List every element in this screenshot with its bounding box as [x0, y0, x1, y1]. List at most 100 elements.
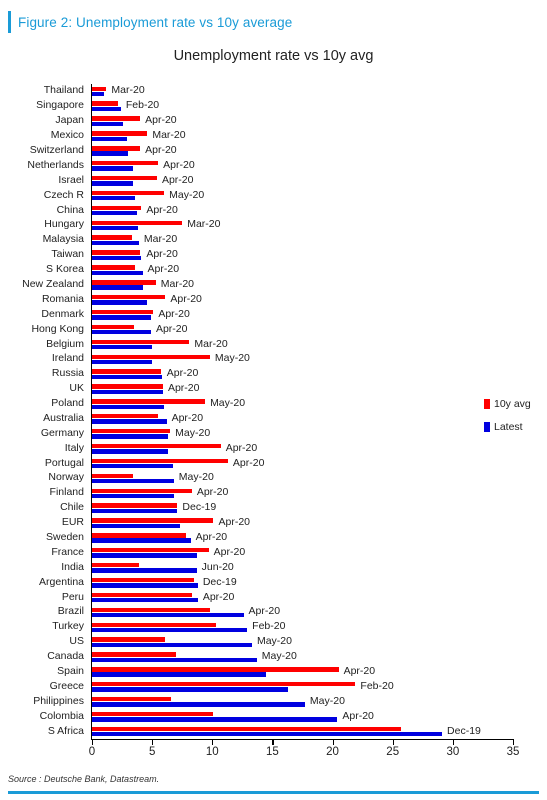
bar-latest — [92, 255, 142, 261]
bar-avg10y — [92, 503, 178, 508]
bar-date-label: May-20 — [261, 650, 297, 663]
bar-avg10y — [92, 131, 148, 136]
bar-latest — [92, 732, 443, 737]
bar-date-label: Apr-20 — [195, 531, 228, 544]
bar-avg10y — [92, 220, 183, 225]
bar-avg10y — [92, 250, 141, 255]
x-axis-tick — [152, 739, 154, 745]
bar-date-label: Mar-20 — [194, 337, 228, 350]
bar-latest — [92, 196, 136, 201]
bar-date-label: Mar-20 — [111, 84, 145, 97]
bar-latest — [92, 344, 153, 350]
bar-date-label: Apr-20 — [167, 382, 200, 395]
bar-date-label: Apr-20 — [146, 203, 178, 216]
x-axis-tick-label: 5 — [148, 746, 156, 758]
figure-title: Figure 2: Unemployment rate vs 10y avera… — [18, 14, 293, 30]
bar-avg10y — [92, 637, 166, 642]
bar-date-label: Jun-20 — [201, 560, 234, 573]
bar-date-label: Apr-20 — [146, 248, 178, 261]
bar-latest — [92, 538, 191, 543]
bar-date-label: Apr-20 — [171, 411, 204, 424]
bar-avg10y — [92, 577, 195, 583]
category-label: Hungary — [44, 218, 84, 231]
footer-rule — [8, 791, 539, 794]
bar-date-label: Apr-20 — [343, 665, 376, 677]
bar-avg10y — [92, 280, 156, 285]
bar-date-label: Dec-19 — [182, 501, 217, 514]
x-axis-tick-label: 10 — [205, 746, 219, 758]
bar-date-label: Mar-20 — [143, 233, 178, 246]
bar-date-label: Apr-20 — [163, 158, 195, 171]
bar-date-label: Apr-20 — [155, 322, 188, 335]
bar-date-label: May-20 — [214, 352, 250, 365]
x-axis-tick-label: 30 — [446, 746, 460, 758]
category-label: Portugal — [44, 456, 84, 469]
bar-date-label: Apr-20 — [145, 114, 177, 127]
category-label: Sweden — [46, 531, 84, 544]
category-label: Greece — [49, 679, 84, 692]
bar-latest — [92, 627, 248, 633]
x-axis-tick — [513, 739, 515, 745]
bar-latest — [92, 389, 163, 394]
bar-latest — [92, 687, 289, 692]
bar-avg10y — [92, 726, 402, 732]
bar-avg10y — [92, 548, 209, 553]
category-label: Philippines — [33, 694, 84, 707]
category-label: Norway — [48, 471, 84, 484]
bar-avg10y — [92, 682, 356, 687]
bar-latest — [92, 151, 129, 156]
category-label: Malaysia — [42, 233, 84, 246]
category-axis-labels: Thailand Singapore Japan Mexico Switzerland N… — [0, 84, 88, 739]
x-axis-tick — [332, 739, 334, 745]
x-axis: 0 5 10 15 20 25 30 35 — [89, 739, 519, 765]
legend-swatch-icon — [484, 422, 490, 432]
category-label: Finland — [49, 486, 84, 499]
category-label: Taiwan — [51, 248, 84, 261]
bar-date-label: Mar-20 — [187, 218, 221, 231]
category-label: EUR — [61, 516, 84, 529]
bar-date-label: Apr-20 — [232, 456, 265, 469]
bar-avg10y — [92, 607, 210, 612]
bar-date-label: May-20 — [169, 188, 205, 201]
legend-swatch-icon — [484, 399, 490, 409]
x-axis-tick-label: 15 — [266, 746, 279, 758]
legend-item-latest: Latest — [484, 421, 546, 433]
bar-avg10y — [92, 384, 163, 389]
category-label: Germany — [40, 426, 84, 439]
bar-avg10y — [92, 116, 141, 121]
category-label: S Korea — [46, 263, 84, 276]
bar-avg10y — [92, 399, 206, 404]
source-note: Source : Deutsche Bank, Datastream. — [8, 774, 160, 784]
accent-bar — [8, 11, 11, 33]
category-label: US — [69, 635, 84, 648]
category-label: Spain — [57, 665, 84, 677]
bar-avg10y — [92, 592, 192, 598]
bar-latest — [92, 583, 198, 588]
bar-latest — [92, 672, 267, 677]
bar-latest — [92, 419, 167, 424]
bar-latest — [92, 106, 121, 112]
bar-avg10y — [92, 711, 214, 717]
bar-date-label: Apr-20 — [213, 545, 246, 558]
bar-latest — [92, 657, 257, 662]
bar-avg10y — [92, 473, 133, 479]
bar-date-label: Apr-20 — [225, 441, 258, 454]
category-label: Denmark — [41, 307, 84, 320]
bar-avg10y — [92, 414, 159, 419]
figure-header: Figure 2: Unemployment rate vs 10y avera… — [8, 10, 539, 34]
category-label: Australia — [43, 411, 84, 424]
bar-date-label: Dec-19 — [447, 724, 481, 737]
bar-date-label: May-20 — [309, 694, 345, 707]
bar-latest — [92, 181, 133, 186]
bar-date-label: Apr-20 — [202, 590, 235, 603]
bar-latest — [92, 210, 137, 216]
legend-label: 10y avg — [494, 398, 531, 410]
x-axis-tick-label: 35 — [506, 746, 520, 758]
bar-date-label: Feb-20 — [360, 679, 394, 692]
category-label: Belgium — [46, 337, 84, 350]
bar-avg10y — [92, 622, 216, 627]
category-label: Netherlands — [27, 158, 84, 171]
x-axis-tick — [212, 739, 214, 745]
bar-avg10y — [92, 488, 192, 493]
bar-avg10y — [92, 518, 214, 523]
